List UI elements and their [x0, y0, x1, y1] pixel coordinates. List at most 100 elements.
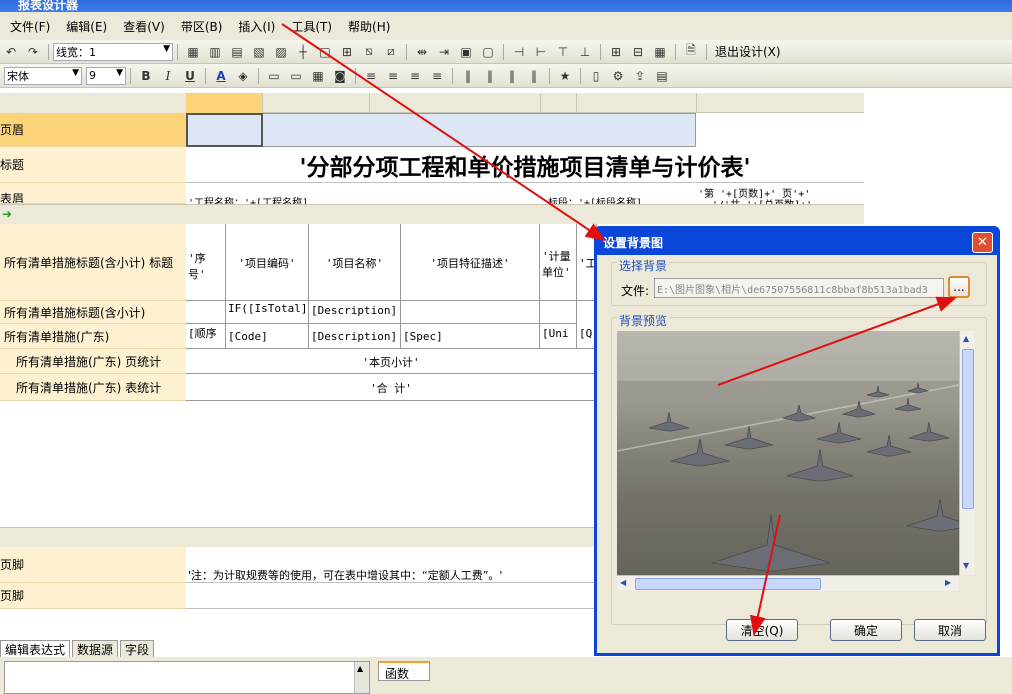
tab-functions[interactable]: 函数 — [378, 661, 430, 681]
page-total-text[interactable]: '本页小计' — [186, 349, 597, 374]
band-title[interactable]: 标题 — [0, 147, 186, 183]
table-total-text[interactable]: '合 计' — [186, 374, 597, 401]
image-icon[interactable]: ▭ — [265, 67, 283, 85]
distribute-icon[interactable]: ▢ — [479, 43, 497, 61]
menu-view[interactable]: 查看(V) — [123, 18, 165, 35]
font-name-combo[interactable]: 宋体 ▼ — [4, 66, 82, 85]
report-title-text[interactable]: '分部分项工程和单价措施项目清单与计价表' — [186, 147, 864, 183]
table-insert-icon[interactable]: ▦ — [309, 67, 327, 85]
border-all-icon[interactable]: ▦ — [184, 43, 202, 61]
underline-button[interactable]: U — [181, 67, 199, 85]
table-props-icon[interactable]: ⊟ — [629, 43, 647, 61]
settings-icon[interactable]: ⚙ — [609, 67, 627, 85]
scroll-thumb[interactable] — [635, 578, 821, 590]
col-header-unit[interactable]: '计量单位' — [540, 224, 577, 301]
tab-edit-expression[interactable]: 编辑表达式 — [0, 640, 71, 658]
chart-insert-icon[interactable]: ◙ — [331, 67, 349, 85]
align-right-icon[interactable]: ≡ — [406, 67, 424, 85]
valign-bottom-icon[interactable]: ‖ — [503, 67, 521, 85]
undo-icon[interactable]: ↶ — [2, 43, 20, 61]
preview-scrollbar-vertical[interactable]: ▲ ▼ — [959, 331, 975, 575]
delete-row-icon[interactable]: ⊥ — [576, 43, 594, 61]
detail-cell-description[interactable]: [Description] — [309, 324, 401, 349]
subtotal-cell-description[interactable]: [Description] — [309, 301, 401, 324]
split-icon[interactable]: ⇥ — [435, 43, 453, 61]
report-icon[interactable]: ▤ — [653, 67, 671, 85]
scrollbar-vertical[interactable]: ▲ — [354, 662, 369, 693]
band-page-footer-2[interactable]: 页脚 — [0, 583, 186, 609]
menu-insert[interactable]: 插入(I) — [238, 18, 275, 35]
border-grid-icon[interactable]: ⊞ — [338, 43, 356, 61]
browse-button[interactable]: ... — [948, 276, 970, 298]
band-table-total[interactable]: 所有清单措施(广东) 表统计 — [0, 374, 186, 401]
scroll-thumb[interactable] — [962, 349, 974, 509]
valign-top-icon[interactable]: ‖ — [459, 67, 477, 85]
chevron-left-icon[interactable]: ◀ — [620, 578, 626, 587]
font-color-icon[interactable]: A — [212, 67, 230, 85]
chevron-down-icon[interactable]: ▼ — [963, 561, 969, 570]
valign-justify-icon[interactable]: ‖ — [525, 67, 543, 85]
line-width-combo[interactable]: 线宽：1 ▼ — [53, 42, 173, 61]
chevron-up-icon[interactable]: ▲ — [963, 334, 969, 343]
tab-datasource[interactable]: 数据源 — [72, 640, 119, 658]
table-grid-icon[interactable]: ⊞ — [607, 43, 625, 61]
menu-edit[interactable]: 编辑(E) — [66, 18, 107, 35]
band-page-header[interactable]: 页眉 — [0, 113, 186, 147]
bold-button[interactable]: B — [137, 67, 155, 85]
col-header-seq[interactable]: '序号' — [186, 224, 226, 301]
merge-icon[interactable]: ⇹ — [413, 43, 431, 61]
subtotal-cell-empty2[interactable] — [401, 301, 540, 324]
detail-cell-unit[interactable]: [Uni — [540, 324, 577, 349]
table-header-row[interactable]: '工程名称：'+[工程名称] 标段：'+[标段名称] '第 '+[页数]+' 页… — [186, 183, 864, 204]
preview-scrollbar-horizontal[interactable]: ◀ ▶ — [617, 575, 959, 591]
border-right-icon[interactable]: ▤ — [228, 43, 246, 61]
col-header-code[interactable]: '项目编码' — [226, 224, 309, 301]
tab-fields[interactable]: 字段 — [120, 640, 155, 658]
detail-cell-seq[interactable]: [顺序 — [186, 324, 226, 349]
column-menu-icon[interactable]: ▦ — [651, 43, 669, 61]
menu-help[interactable]: 帮助(H) — [348, 18, 390, 35]
band-table-header[interactable]: 表眉 — [0, 183, 186, 204]
band-group-subtotal[interactable]: 所有清单措施标题(含小计) — [0, 301, 186, 324]
col-header-spec[interactable]: '项目特征描述' — [401, 224, 540, 301]
align-left-icon[interactable]: ≡ — [362, 67, 380, 85]
align-center-icon[interactable]: ≡ — [384, 67, 402, 85]
band-page-footer[interactable]: 页脚 — [0, 547, 186, 583]
close-icon[interactable]: ✕ — [972, 232, 993, 253]
menu-tools[interactable]: 工具(T) — [291, 18, 332, 35]
band-page-total[interactable]: 所有清单措施(广东) 页统计 — [0, 349, 186, 374]
clear-button[interactable]: 清空(Q) — [726, 619, 798, 641]
align-justify-icon[interactable]: ≡ — [428, 67, 446, 85]
diagonal-up-icon[interactable]: ⧄ — [382, 43, 400, 61]
fill-color-icon[interactable]: ◈ — [234, 67, 252, 85]
redo-icon[interactable]: ↷ — [24, 43, 42, 61]
chevron-up-icon[interactable]: ▲ — [357, 664, 363, 673]
detail-cell-code[interactable]: [Code] — [226, 324, 309, 349]
menu-band[interactable]: 带区(B) — [181, 18, 223, 35]
delete-col-icon[interactable]: ⊤ — [554, 43, 572, 61]
exit-design-button[interactable]: 退出设计(X) — [715, 43, 781, 60]
chevron-right-icon[interactable]: ▶ — [945, 578, 951, 587]
band-detail[interactable]: 所有清单措施(广东) — [0, 324, 186, 349]
border-left-icon[interactable]: ▥ — [206, 43, 224, 61]
menu-file[interactable]: 文件(F) — [10, 18, 50, 35]
cancel-button[interactable]: 取消 — [914, 619, 986, 641]
subtotal-cell-empty[interactable] — [186, 301, 226, 324]
selected-cell[interactable] — [186, 113, 263, 147]
border-bottom-icon[interactable]: ▨ — [272, 43, 290, 61]
subtotal-cell-empty3[interactable] — [540, 301, 577, 324]
frame-icon[interactable]: ▭ — [287, 67, 305, 85]
band-group-title[interactable]: 所有清单措施标题(含小计) 标题 — [0, 224, 186, 301]
star-icon[interactable]: ★ — [556, 67, 574, 85]
col-header-name[interactable]: '项目名称' — [309, 224, 401, 301]
expression-editor[interactable] — [4, 661, 370, 694]
subtotal-cell-iftotal[interactable]: IF([IsTotal], — [226, 301, 309, 324]
font-size-combo[interactable]: 9 ▼ — [86, 66, 126, 85]
arrow-right-icon[interactable]: ➜ — [2, 207, 12, 221]
export-icon[interactable]: ⇪ — [631, 67, 649, 85]
book-icon[interactable]: ▯ — [587, 67, 605, 85]
insert-col-icon[interactable]: ⊣ — [510, 43, 528, 61]
border-outer-icon[interactable]: □ — [316, 43, 334, 61]
align-cell-icon[interactable]: ▣ — [457, 43, 475, 61]
ok-button[interactable]: 确定 — [830, 619, 902, 641]
